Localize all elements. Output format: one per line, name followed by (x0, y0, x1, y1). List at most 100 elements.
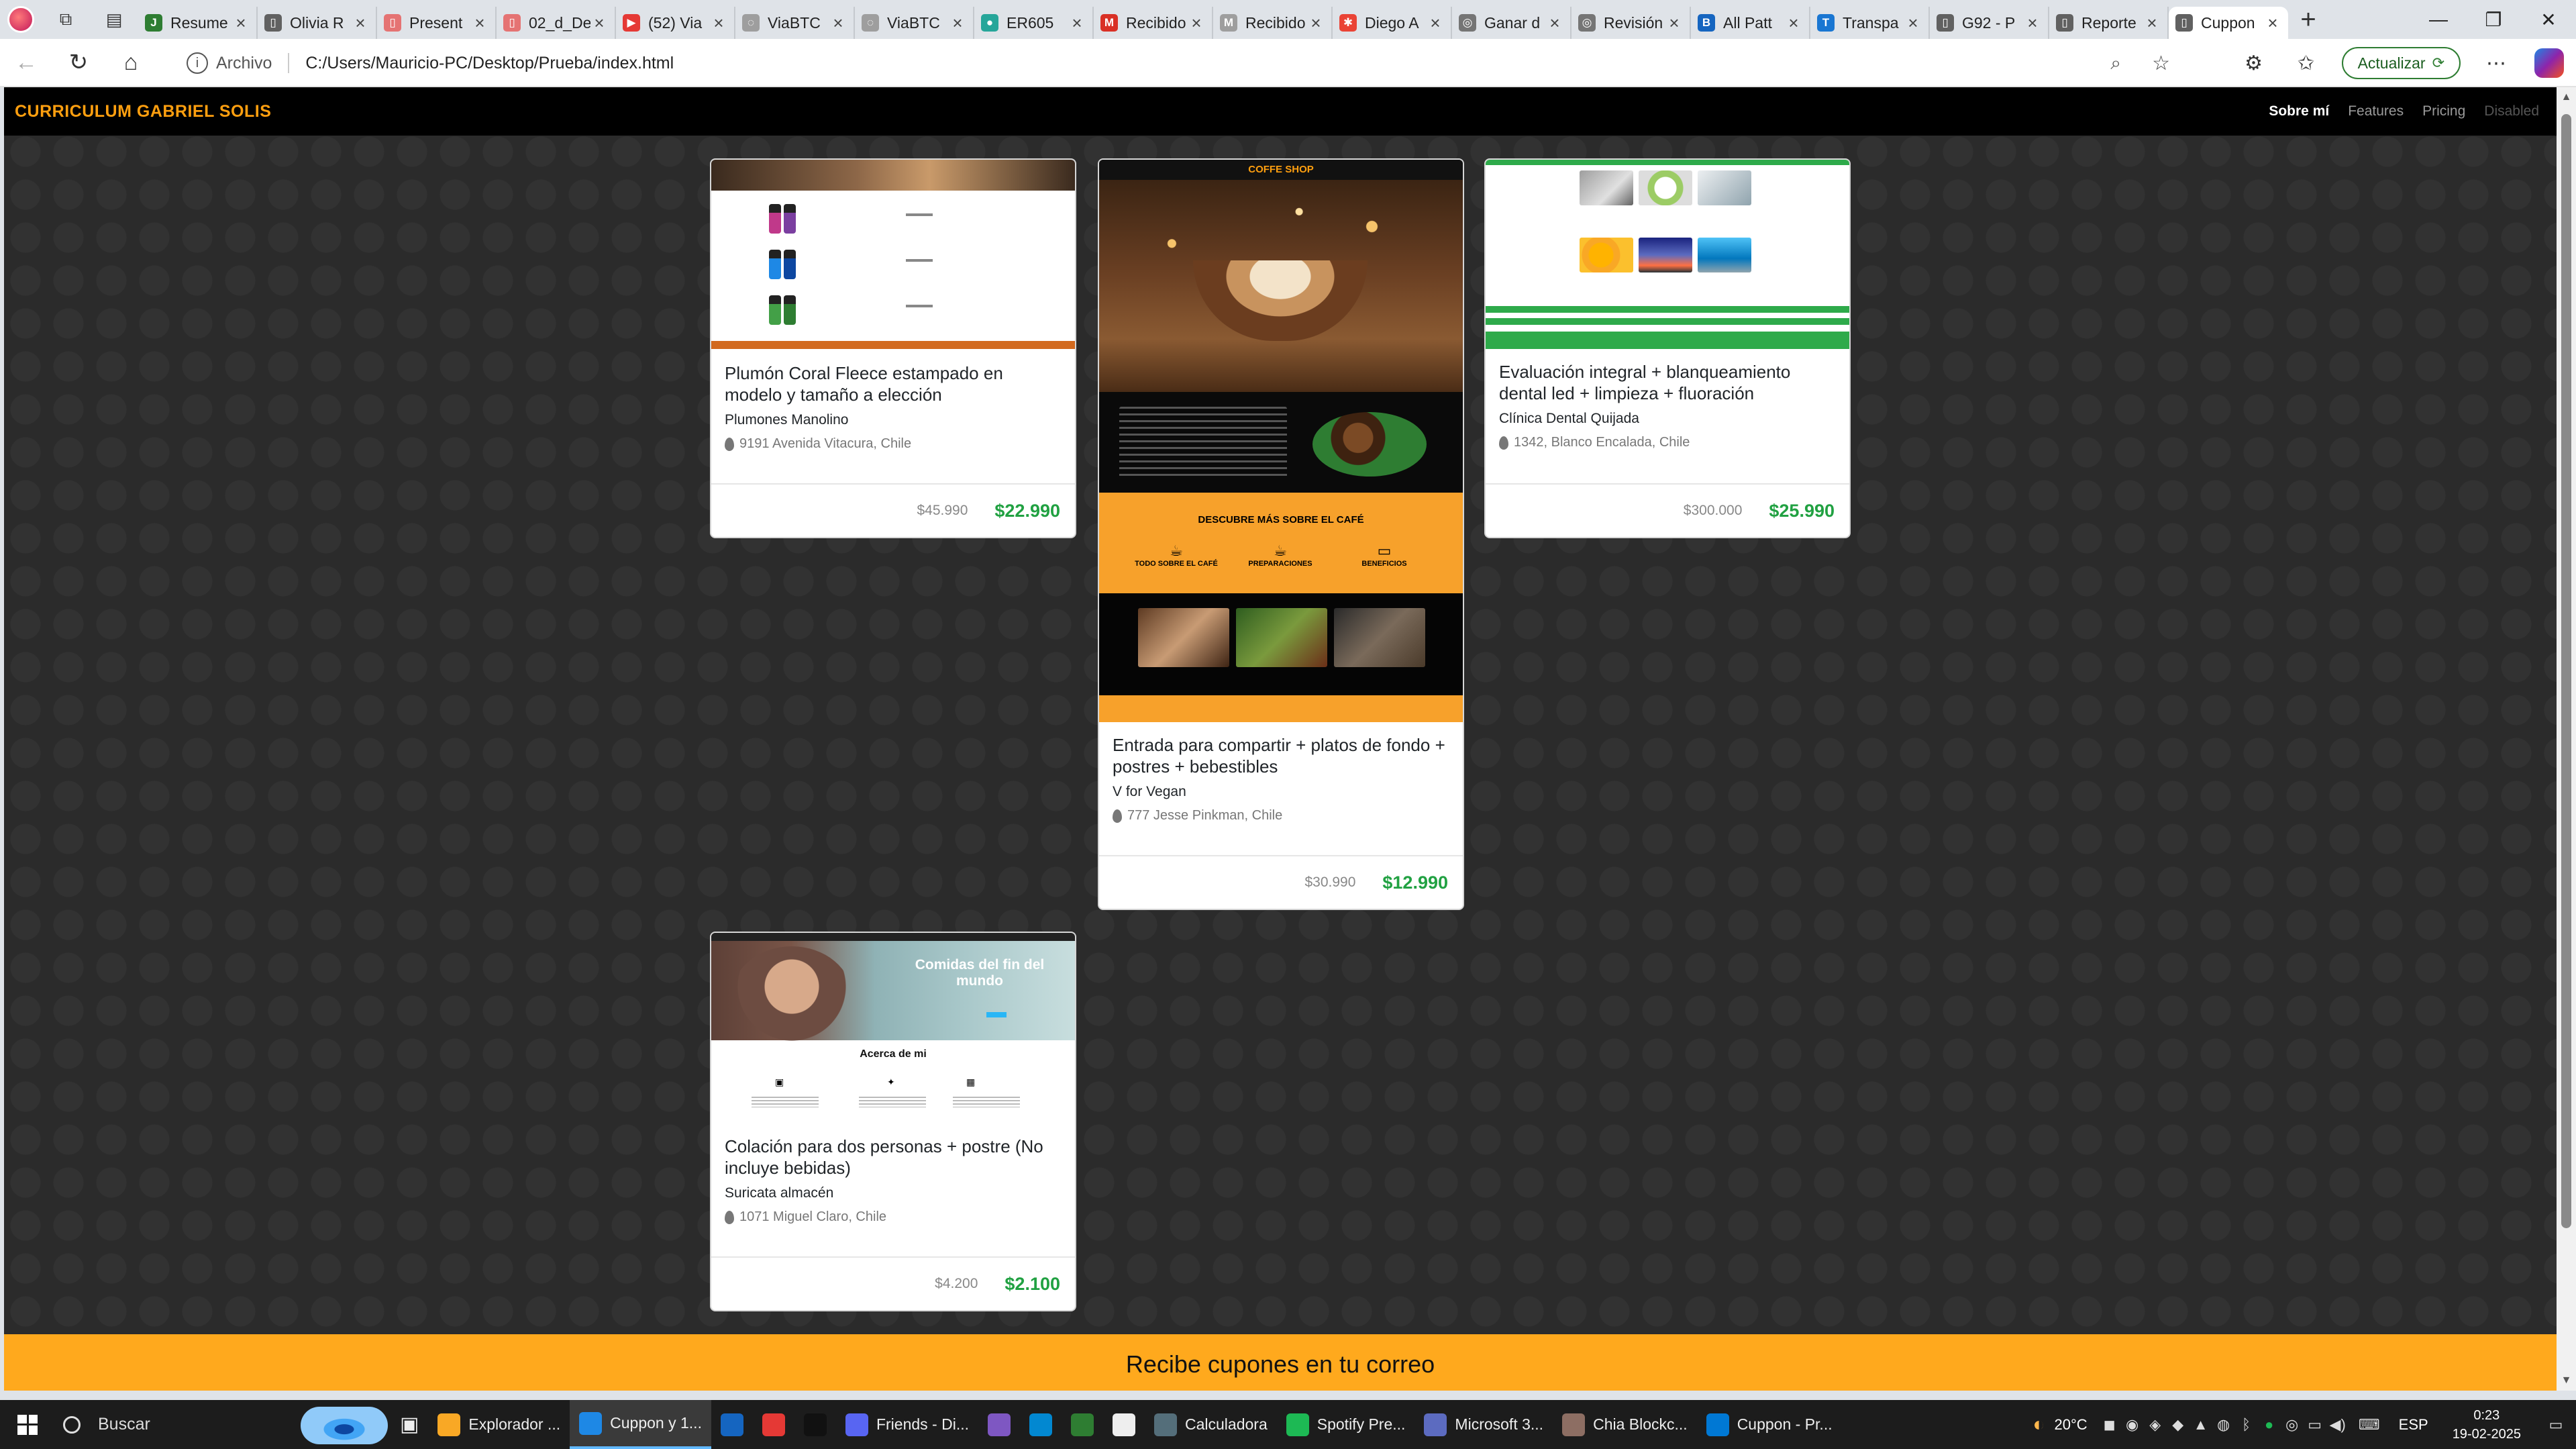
taskbar-app[interactable]: Cuppon y 1... (570, 1400, 711, 1449)
nav-link-features[interactable]: Features (2348, 103, 2404, 119)
taskbar-app[interactable]: Cuppon - Pr... (1697, 1400, 1842, 1449)
close-tab-icon[interactable]: × (2024, 13, 2041, 34)
info-icon[interactable]: i (187, 52, 208, 74)
start-button[interactable] (0, 1400, 55, 1449)
close-tab-icon[interactable]: × (1546, 13, 1563, 34)
keyboard-icon[interactable]: ⌨ (2349, 1416, 2389, 1434)
taskbar-app[interactable] (978, 1400, 1020, 1449)
clock[interactable]: 0:23 19-02-2025 (2438, 1406, 2536, 1444)
language-indicator[interactable]: ESP (2399, 1416, 2428, 1434)
taskbar-app[interactable] (1020, 1400, 1062, 1449)
card-title[interactable]: Plumón Coral Fleece estampado en modelo … (725, 362, 1062, 405)
browser-tab[interactable]: ▯ Cuppon × (2169, 7, 2288, 39)
volume-icon[interactable]: ◀) (2326, 1416, 2349, 1434)
scroll-down-icon[interactable]: ▼ (2557, 1370, 2576, 1391)
taskbar-app[interactable]: Calculadora (1145, 1400, 1277, 1449)
nav-link-pricing[interactable]: Pricing (2422, 103, 2465, 119)
browser-tab[interactable]: ▯ Reporte × (2049, 7, 2169, 39)
browser-tab[interactable]: ✱ Diego A × (1333, 7, 1452, 39)
coupon-card[interactable]: Plumón Coral Fleece estampado en modelo … (710, 158, 1076, 538)
back-icon[interactable]: ← (0, 38, 52, 87)
tray-app-icon[interactable]: ◈ (2144, 1416, 2167, 1434)
browser-tab[interactable]: M Recibido × (1094, 7, 1213, 39)
spotify-tray-icon[interactable]: ● (2258, 1416, 2281, 1434)
tray-app-icon[interactable]: ◍ (2212, 1416, 2235, 1434)
browser-tab[interactable]: ◌ ViaBTC × (855, 7, 974, 39)
url-text[interactable]: C:/Users/Mauricio-PC/Desktop/Prueba/inde… (305, 54, 674, 73)
taskbar-app[interactable]: Explorador ... (428, 1400, 570, 1449)
close-tab-icon[interactable]: × (1068, 13, 1086, 34)
close-tab-icon[interactable]: × (2143, 13, 2161, 34)
notifications-icon[interactable]: ▭ (2536, 1416, 2576, 1434)
browser-tab[interactable]: ▯ Olivia R × (258, 7, 377, 39)
zoom-icon[interactable]: ⌕ (2110, 52, 2121, 74)
close-tab-icon[interactable]: × (1427, 13, 1444, 34)
browser-tab[interactable]: ▯ G92 - P × (1930, 7, 2049, 39)
close-tab-icon[interactable]: × (710, 13, 727, 34)
browser-tab[interactable]: ▯ Present × (377, 7, 497, 39)
taskbar-app[interactable] (1103, 1400, 1145, 1449)
close-tab-icon[interactable]: × (829, 13, 847, 34)
close-tab-icon[interactable]: × (1665, 13, 1683, 34)
browser-tab[interactable]: B All Patt × (1691, 7, 1810, 39)
card-title[interactable]: Evaluación integral + blanqueamiento den… (1499, 361, 1836, 404)
bluetooth-icon[interactable]: ᛒ (2235, 1416, 2258, 1434)
close-window-icon[interactable]: ✕ (2521, 0, 2576, 39)
close-tab-icon[interactable]: × (1307, 13, 1325, 34)
close-tab-icon[interactable]: × (1785, 13, 1802, 34)
home-icon[interactable]: ⌂ (105, 38, 157, 87)
profile-button[interactable] (0, 0, 42, 39)
taskbar-app[interactable]: Friends - Di... (836, 1400, 978, 1449)
tray-app-icon[interactable]: ▲ (2189, 1416, 2212, 1434)
task-view-icon[interactable]: ▣ (391, 1400, 428, 1449)
weather-icon[interactable]: ◐ (2028, 1413, 2051, 1436)
browser-tab[interactable]: ◌ ViaBTC × (735, 7, 855, 39)
coupon-card[interactable]: Evaluación integral + blanqueamiento den… (1484, 158, 1851, 538)
tray-app-icon[interactable]: ◼ (2098, 1416, 2121, 1434)
extensions-icon[interactable]: ⚙ (2228, 39, 2280, 87)
coupon-card[interactable]: Comidas del fin del mundo Acerca de mi ▣… (710, 932, 1076, 1311)
restore-icon[interactable]: ❐ (2466, 0, 2521, 39)
close-tab-icon[interactable]: × (471, 13, 488, 34)
taskbar-app[interactable]: Spotify Pre... (1277, 1400, 1415, 1449)
close-tab-icon[interactable]: × (2264, 13, 2281, 34)
taskbar-app[interactable] (794, 1400, 836, 1449)
discord-tray-icon[interactable]: ◉ (2121, 1416, 2144, 1434)
browser-tab[interactable]: ◎ Ganar d × (1452, 7, 1572, 39)
browser-tab[interactable]: ▶ (52) Via × (616, 7, 735, 39)
nav-link-about[interactable]: Sobre mí (2269, 103, 2329, 119)
scroll-up-icon[interactable]: ▲ (2557, 87, 2576, 107)
taskbar-app[interactable] (1062, 1400, 1103, 1449)
copilot-icon[interactable] (2534, 48, 2564, 78)
card-title[interactable]: Entrada para compartir + platos de fondo… (1113, 734, 1449, 777)
update-button[interactable]: Actualizar ⟳ (2341, 47, 2461, 79)
scrollbar-thumb[interactable] (2561, 114, 2571, 1228)
browser-tab[interactable]: ◎ Revisión × (1572, 7, 1691, 39)
coupon-card[interactable]: COFFE SHOP DESCUBRE MÁS SOBRE EL CAFÉ ☕ T… (1098, 158, 1464, 910)
browser-tab[interactable]: ▯ 02_d_De × (497, 7, 616, 39)
refresh-icon[interactable]: ↻ (52, 38, 105, 87)
close-tab-icon[interactable]: × (232, 13, 250, 34)
more-menu-icon[interactable]: ⋯ (2470, 39, 2522, 87)
card-title[interactable]: Colación para dos personas + postre (No … (725, 1136, 1062, 1179)
site-brand[interactable]: CURRICULUM GABRIEL SOLIS (15, 102, 271, 121)
address-bar[interactable]: i Archivo C:/Users/Mauricio-PC/Desktop/P… (172, 44, 2185, 82)
new-tab-button[interactable]: + (2288, 0, 2328, 39)
taskbar-app[interactable] (753, 1400, 794, 1449)
taskbar-app[interactable] (711, 1400, 753, 1449)
taskbar-app[interactable]: Microsoft 3... (1414, 1400, 1553, 1449)
weather-temp[interactable]: 20°C (2055, 1416, 2088, 1434)
taskbar-app[interactable]: Chia Blockc... (1553, 1400, 1697, 1449)
browser-tab[interactable]: T Transpa × (1810, 7, 1930, 39)
network-icon[interactable]: ▭ (2304, 1416, 2326, 1434)
browser-tab[interactable]: M Recibido × (1213, 7, 1333, 39)
newsletter-text[interactable]: Recibe cupones en tu correo (1126, 1350, 1435, 1379)
steam-tray-icon[interactable]: ◎ (2281, 1416, 2304, 1434)
favorites-icon[interactable]: ✩ (2280, 39, 2332, 87)
close-tab-icon[interactable]: × (949, 13, 966, 34)
tray-app-icon[interactable]: ◆ (2167, 1416, 2189, 1434)
close-tab-icon[interactable]: × (1188, 13, 1205, 34)
vertical-tabs-icon[interactable]: ▤ (90, 0, 138, 39)
browser-tab[interactable]: J Resume × (138, 7, 258, 39)
browser-tab[interactable]: ● ER605 × (974, 7, 1094, 39)
